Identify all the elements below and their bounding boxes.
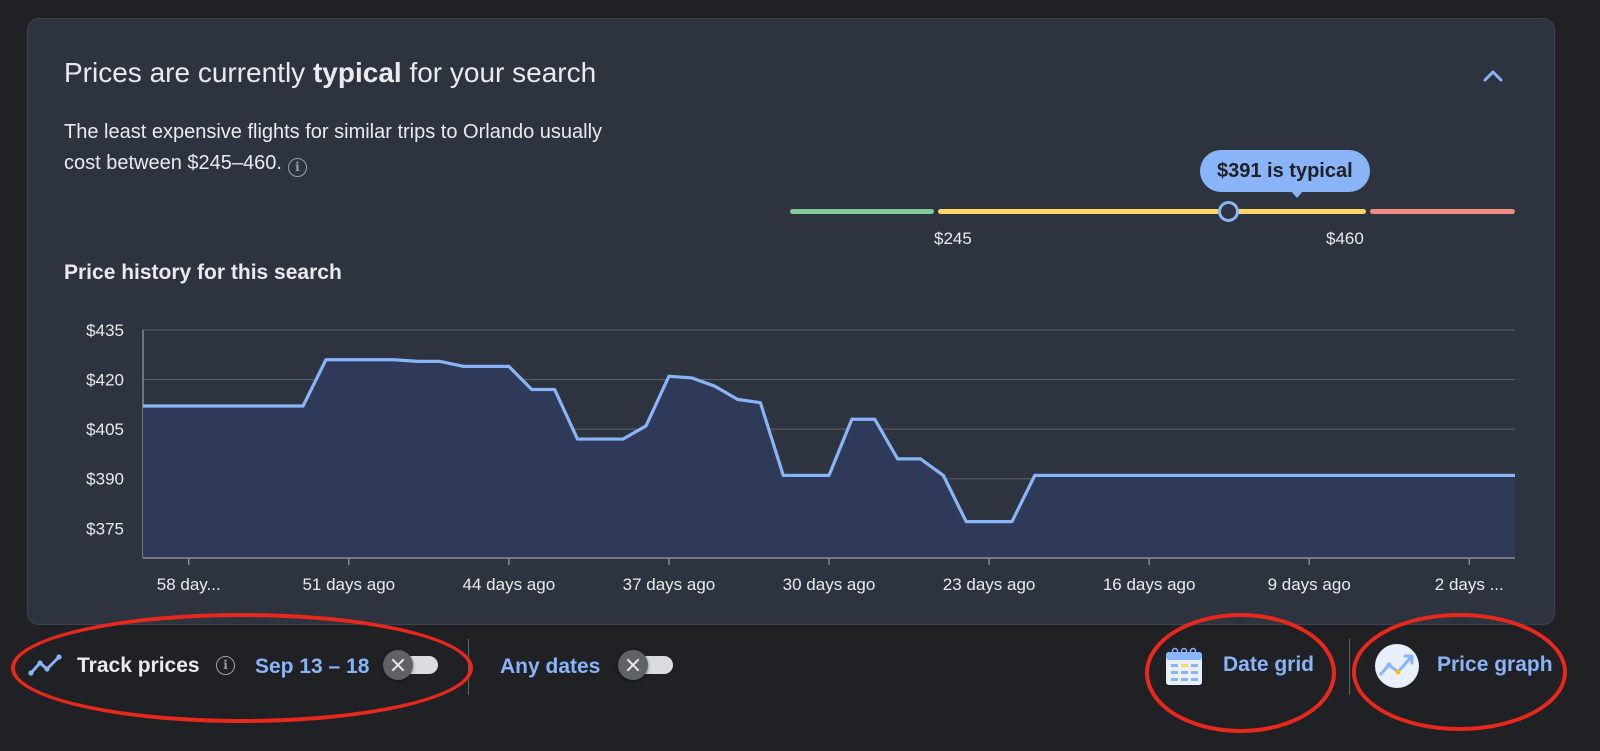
annotation-ellipse-date-grid (1145, 613, 1336, 733)
x-tick-label: 51 days ago (302, 575, 395, 594)
x-tick-label: 37 days ago (623, 575, 716, 594)
bottom-toolbar: Track prices i Sep 13 – 18 Any dates Dat… (0, 613, 1600, 751)
annotation-ellipse-track (11, 613, 473, 723)
x-tick-label: 2 days ... (1435, 575, 1504, 594)
y-tick-label: $390 (86, 470, 124, 489)
price-history-chart: $435 $420 $405 $390 $375 58 day... 51 days ago… (86, 321, 1515, 594)
y-tick-label: $375 (86, 519, 124, 538)
x-tick-label: 30 days ago (783, 575, 876, 594)
any-dates-label: Any dates (500, 655, 601, 678)
y-tick-label: $405 (86, 420, 124, 439)
x-tick-label: 58 day... (157, 575, 221, 594)
y-tick-label: $420 (86, 371, 124, 390)
annotation-ellipse-price-graph (1352, 613, 1567, 731)
series-area (143, 359, 1515, 558)
x-tick-label: 9 days ago (1268, 575, 1351, 594)
x-tick-label: 44 days ago (463, 575, 556, 594)
x-tick-label: 23 days ago (943, 575, 1036, 594)
divider (1349, 639, 1350, 695)
close-icon (618, 650, 648, 680)
x-tick-label: 16 days ago (1103, 575, 1196, 594)
y-tick-label: $435 (86, 321, 124, 340)
any-dates-toggle[interactable] (618, 650, 674, 680)
